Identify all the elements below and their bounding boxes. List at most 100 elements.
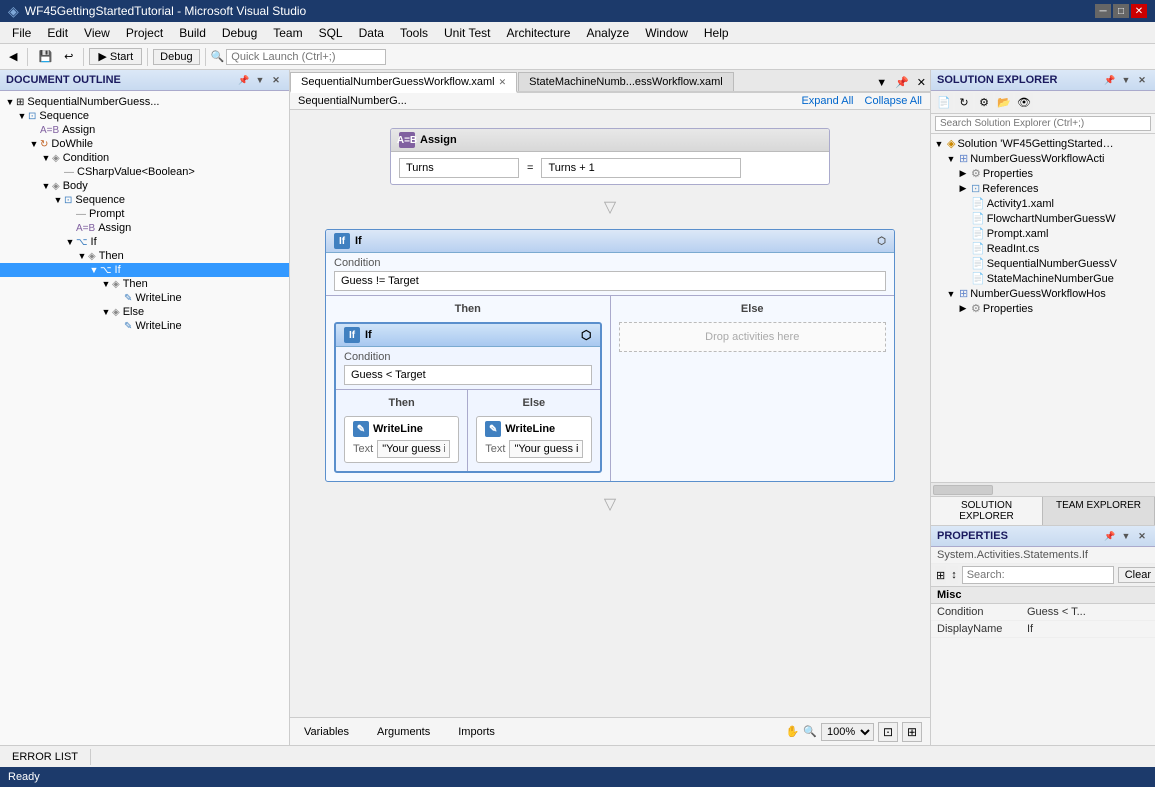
minimize-button[interactable]: ─	[1095, 4, 1111, 18]
undo-button[interactable]: ↩	[59, 46, 78, 68]
menu-item-architecture[interactable]: Architecture	[498, 24, 578, 42]
tree-item-sequence2[interactable]: ▼ ⊡ Sequence	[0, 193, 289, 207]
tree-item-seq-root[interactable]: ▼ ⊞ SequentialNumberGuess...	[0, 95, 289, 109]
document-list-button[interactable]: ▼	[872, 75, 891, 91]
tab-sequential[interactable]: SequentialNumberGuessWorkflow.xaml ✕	[290, 72, 517, 93]
zoom-select[interactable]: 100% 75% 50% 150%	[821, 723, 874, 741]
prop-displayname-value[interactable]: If	[1021, 621, 1155, 638]
tree-item-body[interactable]: ▼ ◈ Body	[0, 179, 289, 193]
tree-item-assign1[interactable]: A=B Assign	[0, 123, 289, 137]
prop-categorized-button[interactable]: ⊞	[935, 566, 946, 584]
se-act1[interactable]: 📄 Activity1.xaml	[931, 196, 1155, 211]
close-button[interactable]: ✕	[1131, 4, 1147, 18]
tab-sequential-close[interactable]: ✕	[499, 77, 507, 88]
panel-close-button[interactable]: ✕	[269, 73, 283, 87]
maximize-button[interactable]: □	[1113, 4, 1129, 18]
close-editor-button[interactable]: ✕	[913, 74, 930, 91]
se-ng2[interactable]: ▼ ⊞ NumberGuessWorkflowHos	[931, 286, 1155, 301]
se-properties[interactable]: ⚙	[975, 93, 993, 111]
se-auto-hide-button[interactable]: 📌	[1103, 73, 1117, 87]
menu-item-project[interactable]: Project	[118, 24, 171, 42]
se-ng1[interactable]: ▼ ⊞ NumberGuessWorkflowActi	[931, 151, 1155, 166]
menu-item-view[interactable]: View	[76, 24, 118, 42]
menu-item-team[interactable]: Team	[265, 24, 310, 42]
se-prompt1[interactable]: 📄 Prompt.xaml	[931, 226, 1155, 241]
tree-item-else2[interactable]: ▼ ◈ Else	[0, 305, 289, 319]
prop-close-button[interactable]: ✕	[1135, 529, 1149, 543]
menu-item-tools[interactable]: Tools	[392, 24, 436, 42]
se-show-all-files[interactable]: 📄	[935, 93, 953, 111]
panel-options-button[interactable]: ▼	[253, 73, 267, 87]
se-solution[interactable]: ▼ ◈ Solution 'WF45GettingStartedTut	[931, 136, 1155, 151]
menu-item-data[interactable]: Data	[351, 24, 392, 42]
prop-auto-hide-button[interactable]: 📌	[1103, 529, 1117, 543]
se-search-input[interactable]	[935, 116, 1151, 131]
prop-options-button[interactable]: ▼	[1119, 529, 1133, 543]
outer-condition-input[interactable]	[334, 271, 886, 291]
se-tab-team-explorer[interactable]: TEAM EXPLORER	[1043, 497, 1155, 525]
tree-item-prompt[interactable]: — Prompt	[0, 207, 289, 221]
assign-left-input[interactable]	[399, 158, 519, 178]
back-button[interactable]: ◀	[4, 46, 22, 68]
menu-item-edit[interactable]: Edit	[39, 24, 76, 42]
workflow-canvas[interactable]: A=B Assign = ▽	[290, 110, 930, 717]
assign-right-input[interactable]	[541, 158, 741, 178]
menu-item-sql[interactable]: SQL	[311, 24, 351, 42]
tree-item-writeline2[interactable]: ✎ WriteLine	[0, 319, 289, 333]
tree-item-then1[interactable]: ▼ ◈ Then	[0, 249, 289, 263]
inner-else-text-input[interactable]	[509, 440, 582, 458]
start-button[interactable]: ▶ Start	[89, 48, 142, 65]
se-smc1[interactable]: 📄 StateMachineNumberGue	[931, 271, 1155, 286]
tree-item-then2[interactable]: ▼ ◈ Then	[0, 277, 289, 291]
se-readint[interactable]: 📄 ReadInt.cs	[931, 241, 1155, 256]
expand-all-button[interactable]: Expand All	[801, 95, 853, 107]
tree-item-sequence1[interactable]: ▼ ⊡ Sequence	[0, 109, 289, 123]
menu-item-build[interactable]: Build	[171, 24, 214, 42]
se-close-button[interactable]: ✕	[1135, 73, 1149, 87]
se-flow1[interactable]: 📄 FlowchartNumberGuessW	[931, 211, 1155, 226]
se-open-folder[interactable]: 📂	[995, 93, 1013, 111]
inner-then-text-input[interactable]	[377, 440, 450, 458]
menu-item-file[interactable]: File	[4, 24, 39, 42]
hand-tool[interactable]: ✋	[786, 725, 800, 738]
variables-tab[interactable]: Variables	[298, 724, 355, 740]
se-tab-solution-explorer[interactable]: SOLUTION EXPLORER	[931, 497, 1043, 525]
auto-hide-button[interactable]: 📌	[237, 73, 251, 87]
tree-item-if2[interactable]: ▼ ⌥ If	[0, 263, 289, 277]
prop-alphabetical-button[interactable]: ↕	[950, 566, 958, 584]
tree-item-condition[interactable]: ▼ ◈ Condition	[0, 151, 289, 165]
menu-item-analyze[interactable]: Analyze	[578, 24, 637, 42]
fit-page-button[interactable]: ⊡	[878, 722, 898, 742]
inner-condition-input[interactable]	[344, 365, 592, 385]
tree-item-dowhile[interactable]: ▼ ↻ DoWhile	[0, 137, 289, 151]
drop-activities-zone[interactable]: Drop activities here	[619, 322, 887, 352]
debug-config-dropdown[interactable]: Debug	[153, 49, 199, 65]
collapse-all-button[interactable]: Collapse All	[865, 95, 922, 107]
arguments-tab[interactable]: Arguments	[371, 724, 436, 740]
fit-all-button[interactable]: ⊞	[902, 722, 922, 742]
tree-item-assign2[interactable]: A=B Assign	[0, 221, 289, 235]
tree-item-writeline1[interactable]: ✎ WriteLine	[0, 291, 289, 305]
imports-tab[interactable]: Imports	[452, 724, 501, 740]
tab-statemachine[interactable]: StateMachineNumb...essWorkflow.xaml	[518, 72, 734, 91]
se-scrollbar-h[interactable]	[931, 482, 1155, 496]
menu-item-unit-test[interactable]: Unit Test	[436, 24, 498, 42]
inner-if-collapse[interactable]: ⬡	[581, 328, 591, 342]
auto-hide-editor-button[interactable]: 📌	[891, 74, 913, 91]
se-refresh[interactable]: ↻	[955, 93, 973, 111]
prop-condition-value[interactable]: Guess < T...	[1021, 604, 1155, 621]
menu-item-debug[interactable]: Debug	[214, 24, 265, 42]
prop-clear-button[interactable]: Clear	[1118, 567, 1155, 583]
outer-if-collapse[interactable]: ⬡	[877, 236, 886, 247]
se-options-button[interactable]: ▼	[1119, 73, 1133, 87]
error-list-tab[interactable]: ERROR LIST	[0, 749, 91, 765]
tree-item-csharpvalue[interactable]: — CSharpValue<Boolean>	[0, 165, 289, 179]
se-preview[interactable]: 👁	[1015, 93, 1033, 111]
save-button[interactable]: 💾	[33, 46, 57, 68]
se-scroll-thumb-h[interactable]	[933, 485, 993, 495]
menu-item-window[interactable]: Window	[637, 24, 696, 42]
zoom-icon[interactable]: 🔍	[803, 725, 817, 738]
se-refs1[interactable]: ▶ ⊡ References	[931, 181, 1155, 196]
se-props1[interactable]: ▶ ⚙ Properties	[931, 166, 1155, 181]
menu-item-help[interactable]: Help	[696, 24, 737, 42]
